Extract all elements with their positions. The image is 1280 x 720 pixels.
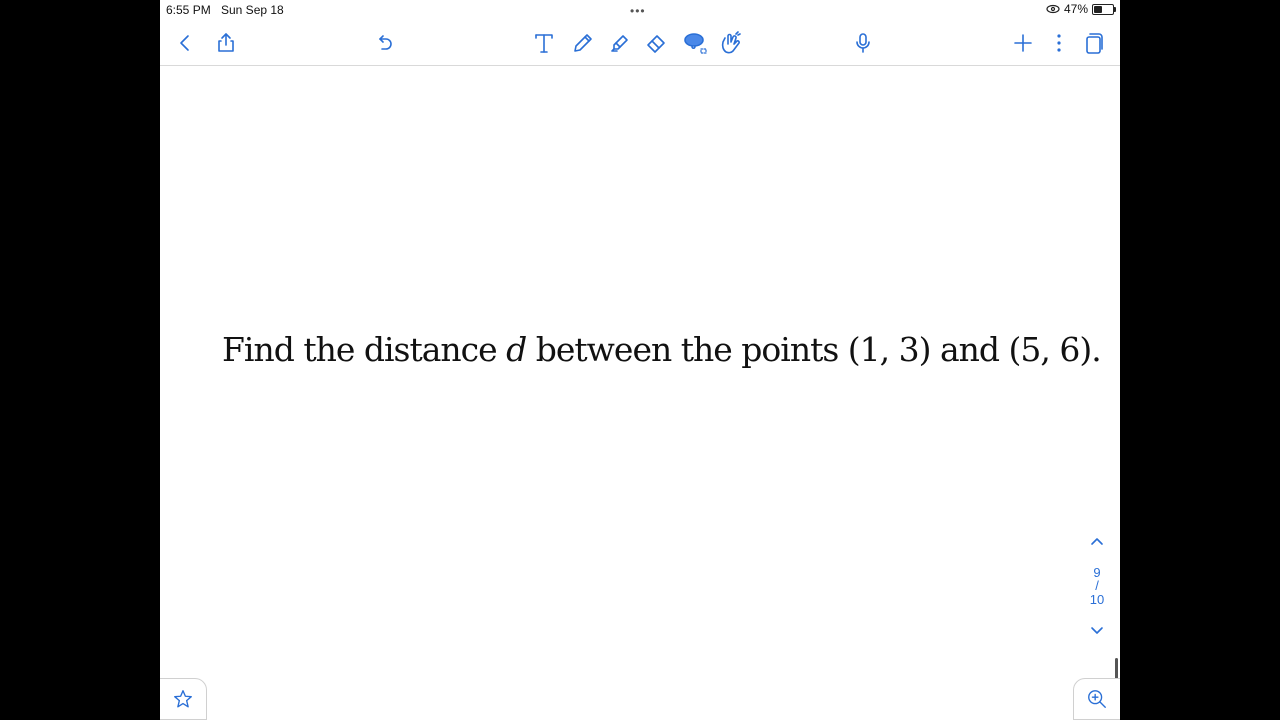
problem-text-prefix: Find the distance [222, 330, 507, 369]
zoom-in-icon [1088, 690, 1106, 708]
problem-statement: Find the distance d between the points (… [222, 330, 1102, 369]
toolbar [160, 22, 1120, 66]
page-down-chevron-icon[interactable] [1084, 623, 1110, 638]
status-right: 47% [1046, 2, 1116, 16]
document-page[interactable]: Find the distance d between the points (… [160, 66, 1120, 720]
more-icon[interactable] [1044, 28, 1074, 58]
eraser-icon[interactable] [642, 28, 672, 58]
highlighter-icon[interactable] [605, 28, 635, 58]
star-icon [174, 690, 192, 708]
zoom-button[interactable] [1073, 678, 1120, 720]
multitasking-dots-icon[interactable]: ••• [630, 4, 646, 18]
app-screen: 6:55 PM Sun Sep 18 ••• 47% Find the dist… [160, 0, 1120, 720]
undo-icon[interactable] [370, 28, 400, 58]
pen-icon[interactable] [568, 28, 598, 58]
page-indicator: 9 / 10 [1084, 534, 1110, 638]
battery-icon [1092, 3, 1116, 15]
favorite-button[interactable] [160, 678, 207, 720]
microphone-icon[interactable] [848, 28, 878, 58]
problem-text-suffix: between the points (1, 3) and (5, 6). [526, 330, 1102, 369]
lasso-icon[interactable] [680, 28, 710, 58]
pages-icon[interactable] [1079, 28, 1109, 58]
orientation-lock-icon [1046, 4, 1060, 14]
text-tool-icon[interactable] [529, 28, 559, 58]
gesture-icon[interactable] [715, 28, 745, 58]
battery-percent: 47% [1063, 2, 1088, 16]
share-icon[interactable] [211, 28, 241, 58]
back-chevron-icon[interactable] [170, 28, 200, 58]
status-date: Sun Sep 18 [221, 3, 284, 17]
status-bar: 6:55 PM Sun Sep 18 ••• 47% [160, 0, 1120, 20]
add-icon[interactable] [1008, 28, 1038, 58]
page-total: 10 [1089, 592, 1105, 607]
page-separator: / [1095, 578, 1099, 593]
problem-variable: d [506, 330, 527, 369]
status-time: 6:55 PM [166, 3, 211, 17]
page-up-chevron-icon[interactable] [1084, 534, 1110, 549]
